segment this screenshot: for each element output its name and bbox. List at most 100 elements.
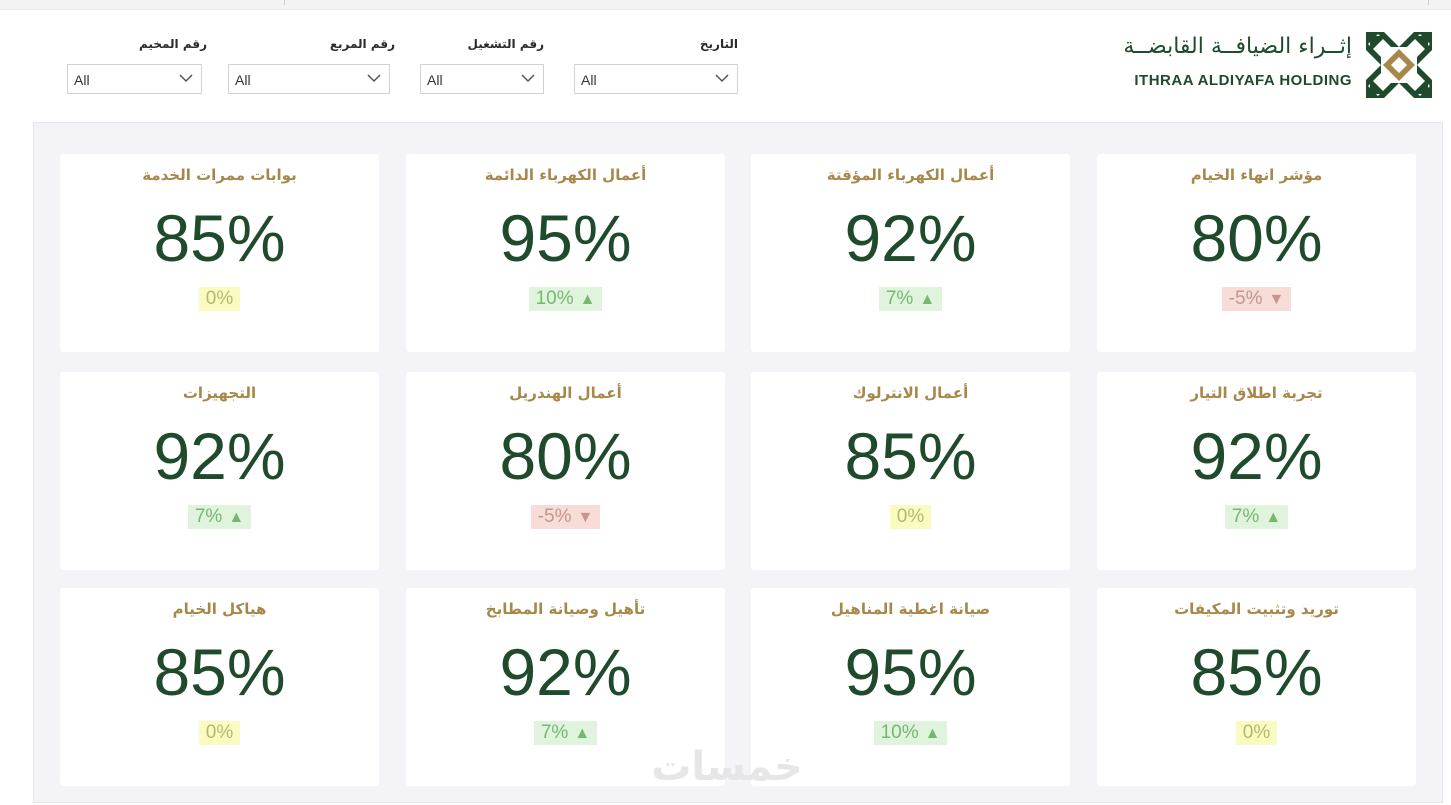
dropdown-value: All	[235, 72, 251, 88]
kpi-title: بوابات ممرات الخدمة	[142, 166, 297, 184]
kpi-title: تجربة اطلاق التيار	[1190, 384, 1323, 402]
triangle-down-icon: ▼	[1268, 291, 1285, 308]
triangle-up-icon: ▲	[579, 291, 596, 308]
kpi-value: 92%	[844, 201, 977, 275]
top-strip	[0, 0, 1451, 10]
kpi-title: توريد وتثبيت المكيفات	[1174, 600, 1339, 618]
brand-name-ar: إثــراء الضيافــة القابضــة	[1123, 34, 1352, 59]
kpi-title: تأهيل وصيانة المطابخ	[485, 600, 646, 618]
kpi-value: 92%	[499, 635, 632, 709]
kpi-delta-wrap: 10% ▲	[406, 287, 725, 311]
kpi-value: 92%	[1190, 419, 1323, 493]
kpi-delta: -5%	[537, 506, 572, 527]
kpi-delta: -5%	[1228, 288, 1263, 309]
kpi-delta: 7%	[540, 722, 569, 743]
kpi-delta-badge: 7% ▲	[187, 505, 252, 529]
brand-name-en: ITHRAA ALDIYAFA HOLDING	[1134, 72, 1352, 89]
filter-label: رقم المربع	[329, 37, 395, 51]
kpi-delta: 7%	[885, 288, 914, 309]
date-dropdown[interactable]: All	[574, 64, 738, 94]
kpi-delta-badge: 7% ▲	[1224, 505, 1289, 529]
filter-label: رقم التشغيل	[467, 37, 544, 51]
kpi-value: 95%	[499, 201, 632, 275]
kpi-delta-wrap: 0%	[751, 505, 1070, 529]
watermark: خمسات	[651, 744, 803, 790]
kpi-value: 85%	[844, 419, 977, 493]
kpi-delta: 7%	[194, 506, 223, 527]
filter-operation-number: رقم التشغيل All	[420, 37, 544, 97]
filter-label: رقم المخيم	[139, 37, 207, 51]
kpi-delta-wrap: 0%	[60, 287, 379, 311]
kpi-delta: 0%	[205, 722, 234, 743]
triangle-up-icon: ▲	[1265, 509, 1282, 526]
kpi-value: 80%	[1190, 201, 1323, 275]
kpi-value: 85%	[1190, 635, 1323, 709]
kpi-card[interactable]: أعمال الكهرباء الدائمة 95% 10% ▲	[406, 154, 725, 352]
kpi-card[interactable]: تجربة اطلاق التيار 92% 7% ▲	[1097, 372, 1416, 570]
kpi-value: 85%	[153, 635, 286, 709]
kpi-delta-badge: 0%	[1235, 721, 1278, 745]
kpi-value: 95%	[844, 635, 977, 709]
dropdown-value: All	[581, 72, 597, 88]
kpi-card[interactable]: مؤشر انهاء الخيام 80% -5% ▼	[1097, 154, 1416, 352]
kpi-title: هياكل الخيام	[172, 600, 267, 618]
kpi-delta-badge: -5% ▼	[1221, 287, 1292, 311]
kpi-delta: 10%	[535, 288, 574, 309]
filter-label: التاريخ	[699, 37, 738, 51]
chevron-down-icon	[521, 74, 535, 83]
kpi-card[interactable]: بوابات ممرات الخدمة 85% 0%	[60, 154, 379, 352]
kpi-card[interactable]: أعمال الكهرباء المؤقتة 92% 7% ▲	[751, 154, 1070, 352]
triangle-down-icon: ▼	[577, 509, 594, 526]
chevron-down-icon	[179, 74, 193, 83]
kpi-delta: 0%	[1242, 722, 1271, 743]
kpi-delta-wrap: 0%	[1097, 721, 1416, 745]
kpi-delta-badge: 7% ▲	[878, 287, 943, 311]
kpi-card[interactable]: أعمال الانترلوك 85% 0%	[751, 372, 1070, 570]
filter-square-number: رقم المربع All	[228, 37, 395, 97]
kpi-value: 92%	[153, 419, 286, 493]
kpi-title: صيانة اغطية المناهيل	[830, 600, 991, 618]
kpi-delta-wrap: -5% ▼	[406, 505, 725, 529]
dropdown-value: All	[74, 72, 90, 88]
kpi-title: أعمال الهندريل	[509, 384, 622, 402]
kpi-card[interactable]: توريد وتثبيت المكيفات 85% 0%	[1097, 588, 1416, 786]
kpi-delta-badge: 0%	[889, 505, 932, 529]
square-number-dropdown[interactable]: All	[228, 64, 390, 94]
camp-number-dropdown[interactable]: All	[67, 64, 202, 94]
kpi-delta-badge: 0%	[198, 721, 241, 745]
filter-camp-number: رقم المخيم All	[67, 37, 207, 97]
triangle-up-icon: ▲	[228, 509, 245, 526]
chevron-down-icon	[367, 74, 381, 83]
filter-date: التاريخ All	[574, 37, 738, 97]
kpi-delta-wrap: -5% ▼	[1097, 287, 1416, 311]
kpi-delta-wrap: 0%	[60, 721, 379, 745]
triangle-up-icon: ▲	[574, 725, 591, 742]
brand-logo: إثــراء الضيافــة القابضــة ITHRAA ALDIY…	[1122, 30, 1432, 102]
kpi-card[interactable]: أعمال الهندريل 80% -5% ▼	[406, 372, 725, 570]
kpi-delta-badge: 0%	[198, 287, 241, 311]
kpi-delta-wrap: 7% ▲	[751, 287, 1070, 311]
kpi-title: مؤشر انهاء الخيام	[1190, 166, 1323, 184]
strip-divider	[284, 0, 285, 5]
ithraa-logo-icon	[1366, 32, 1432, 98]
kpi-delta: 7%	[1231, 506, 1260, 527]
chevron-down-icon	[715, 74, 729, 83]
triangle-up-icon: ▲	[924, 725, 941, 742]
strip-divider	[1428, 0, 1429, 5]
kpi-value: 80%	[499, 419, 632, 493]
kpi-card[interactable]: هياكل الخيام 85% 0%	[60, 588, 379, 786]
kpi-delta-badge: 10% ▲	[528, 287, 603, 311]
triangle-up-icon: ▲	[919, 291, 936, 308]
kpi-delta-badge: 10% ▲	[873, 721, 948, 745]
kpi-delta-wrap: 7% ▲	[60, 505, 379, 529]
kpi-delta-wrap: 7% ▲	[1097, 505, 1416, 529]
kpi-delta: 0%	[896, 506, 925, 527]
kpi-title: أعمال الكهرباء الدائمة	[484, 166, 647, 184]
dropdown-value: All	[427, 72, 443, 88]
kpi-card[interactable]: التجهيزات 92% 7% ▲	[60, 372, 379, 570]
kpi-delta-badge: 7% ▲	[533, 721, 598, 745]
kpi-title: أعمال الكهرباء المؤقتة	[826, 166, 995, 184]
kpi-value: 85%	[153, 201, 286, 275]
kpi-delta: 0%	[205, 288, 234, 309]
operation-number-dropdown[interactable]: All	[420, 64, 544, 94]
